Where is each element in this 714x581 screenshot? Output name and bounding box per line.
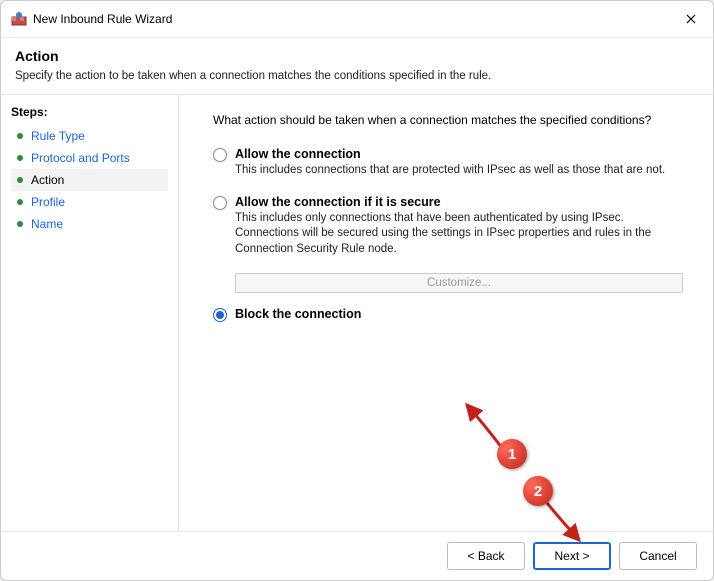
close-icon[interactable]: [679, 7, 703, 31]
option-desc: This includes only connections that have…: [235, 211, 683, 258]
window-title: New Inbound Rule Wizard: [33, 12, 679, 26]
option-title: Block the connection: [235, 307, 683, 321]
cancel-button[interactable]: Cancel: [619, 542, 697, 570]
bullet-icon: [17, 177, 23, 183]
titlebar: New Inbound Rule Wizard: [1, 1, 713, 38]
body: Steps: Rule Type Protocol and Ports Acti…: [1, 95, 713, 531]
annotation-number: 1: [508, 446, 516, 463]
step-label: Protocol and Ports: [31, 151, 130, 165]
page-title: Action: [15, 48, 699, 64]
customize-button: Customize...: [235, 273, 683, 293]
steps-sidebar: Steps: Rule Type Protocol and Ports Acti…: [1, 95, 179, 531]
firewall-icon: [11, 11, 27, 27]
step-label: Name: [31, 217, 63, 231]
step-action[interactable]: Action: [11, 169, 168, 191]
step-profile[interactable]: Profile: [11, 191, 168, 213]
step-name[interactable]: Name: [11, 213, 168, 235]
wizard-window: New Inbound Rule Wizard Action Specify t…: [0, 0, 714, 581]
option-block[interactable]: Block the connection: [203, 307, 683, 323]
step-label: Profile: [31, 195, 65, 209]
radio-allow[interactable]: [213, 148, 227, 162]
back-button[interactable]: < Back: [447, 542, 525, 570]
step-label: Rule Type: [31, 129, 85, 143]
steps-label: Steps:: [11, 105, 168, 119]
option-body: Allow the connection if it is secure Thi…: [235, 195, 683, 258]
option-allow-secure[interactable]: Allow the connection if it is secure Thi…: [203, 195, 683, 258]
bullet-icon: [17, 199, 23, 205]
radio-allow-secure[interactable]: [213, 196, 227, 210]
footer-buttons: < Back Next > Cancel: [1, 531, 713, 580]
option-body: Block the connection: [235, 307, 683, 323]
step-rule-type[interactable]: Rule Type: [11, 125, 168, 147]
bullet-icon: [17, 155, 23, 161]
option-desc: This includes connections that are prote…: [235, 163, 683, 179]
option-allow[interactable]: Allow the connection This includes conne…: [203, 147, 683, 179]
main-panel: What action should be taken when a conne…: [179, 95, 713, 531]
step-protocol-ports[interactable]: Protocol and Ports: [11, 147, 168, 169]
next-button[interactable]: Next >: [533, 542, 611, 570]
annotation-callout-1: 1: [497, 439, 527, 469]
option-title: Allow the connection if it is secure: [235, 195, 683, 209]
step-label: Action: [31, 173, 64, 187]
page-subtitle: Specify the action to be taken when a co…: [15, 70, 699, 82]
action-prompt: What action should be taken when a conne…: [203, 113, 683, 127]
radio-block[interactable]: [213, 308, 227, 322]
option-title: Allow the connection: [235, 147, 683, 161]
option-body: Allow the connection This includes conne…: [235, 147, 683, 179]
wizard-header: Action Specify the action to be taken wh…: [1, 38, 713, 95]
bullet-icon: [17, 133, 23, 139]
bullet-icon: [17, 221, 23, 227]
annotation-arrow-1: [457, 400, 517, 456]
